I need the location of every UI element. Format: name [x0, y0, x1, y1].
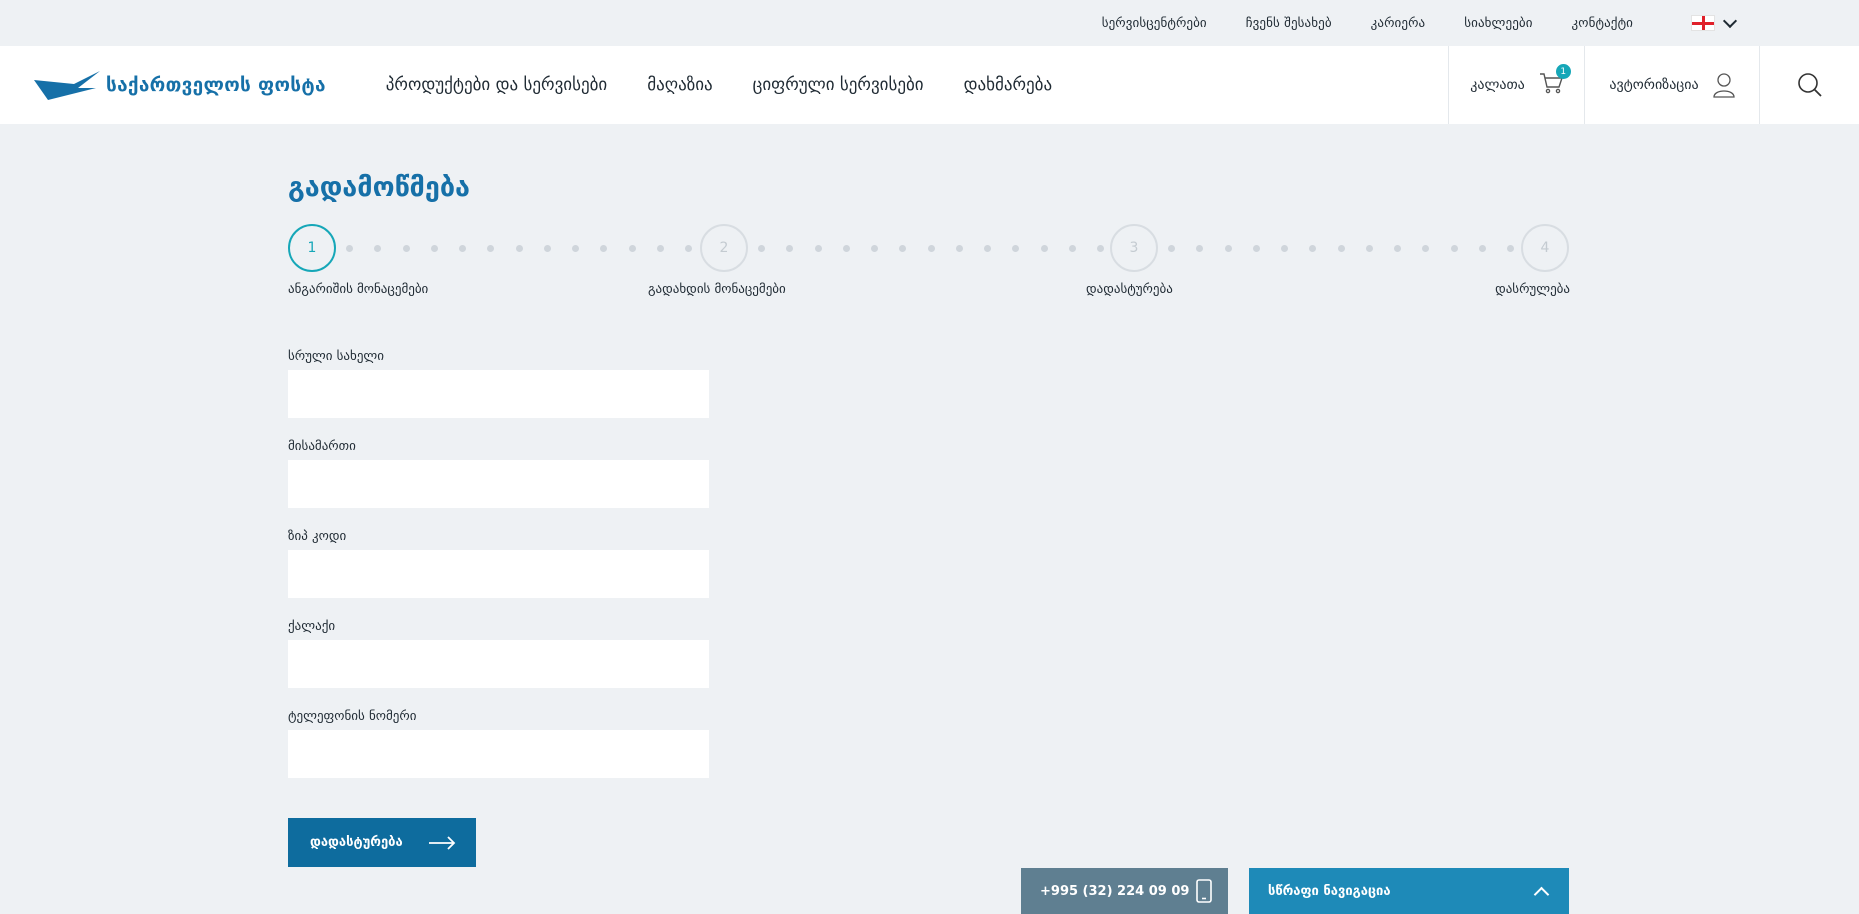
auth-label: ავტორიზაცია — [1609, 77, 1699, 93]
stepper-dot — [1168, 244, 1175, 252]
stepper-dot — [459, 244, 466, 252]
chevron-down-icon — [1722, 13, 1738, 28]
stepper-dot — [1097, 244, 1104, 252]
stepper-dot — [346, 244, 353, 252]
step-1-label: ანგარიშის მონაცემები — [288, 282, 429, 297]
stepper-dot — [1224, 244, 1232, 252]
topbar-link-service-centers[interactable]: სერვისცენტრები — [1102, 16, 1207, 31]
phone-number-input[interactable] — [288, 730, 709, 778]
header-actions: კალათა 1 ავტორიზაცია — [1448, 46, 1859, 124]
nav-item-help[interactable]: დახმარება — [964, 75, 1053, 95]
full-name-label: სრული სახელი — [288, 349, 384, 364]
stepper-dot — [786, 244, 794, 252]
georgia-flag-icon — [1691, 15, 1715, 31]
stepper-dot — [1337, 244, 1345, 252]
mobile-phone-icon — [1196, 879, 1212, 903]
phone-number-label: ტელეფონის ნომერი — [288, 709, 417, 724]
stepper-dot — [572, 244, 579, 252]
stepper-dot — [402, 244, 410, 252]
auth-button[interactable]: ავტორიზაცია — [1584, 46, 1759, 124]
hotline-box[interactable]: +995 (32) 224 09 09 — [1021, 868, 1228, 914]
confirm-button[interactable]: დადასტურება — [288, 818, 476, 867]
arrow-right-icon — [429, 835, 456, 850]
stepper-dot — [1365, 244, 1373, 252]
stepper-dot — [1012, 244, 1020, 252]
stepper-dot — [984, 244, 991, 252]
confirm-button-label: დადასტურება — [310, 835, 403, 850]
logo-wing-icon — [34, 71, 100, 100]
stepper-dot — [1196, 244, 1204, 252]
stepper-dot — [955, 244, 963, 252]
stepper-dot — [515, 244, 523, 252]
stepper-dot — [927, 244, 935, 252]
step-3-circle: 3 — [1110, 224, 1158, 272]
stepper-dot — [1040, 244, 1048, 252]
stepper-dot — [1068, 244, 1076, 252]
topbar-link-contact[interactable]: კონტაქტი — [1572, 16, 1633, 31]
logo-text: საქართველოს ფოსტა — [106, 74, 326, 96]
hotline-number: +995 (32) 224 09 09 — [1040, 883, 1190, 899]
stepper-dot — [871, 244, 878, 252]
address-label: მისამართი — [288, 439, 356, 454]
zip-code-input[interactable] — [288, 550, 709, 598]
stepper-dot — [628, 244, 636, 252]
stepper-dot — [374, 244, 382, 252]
stepper-dot — [430, 244, 438, 252]
quick-navigation-toggle[interactable]: სწრაფი ნავიგაცია — [1249, 868, 1569, 914]
stepper-dot — [656, 244, 664, 252]
stepper-dot — [1252, 244, 1260, 252]
stepper-dot — [1394, 244, 1401, 252]
step-3-connector — [1168, 244, 1514, 252]
topbar-link-about-us[interactable]: ჩვენს შესახებ — [1246, 16, 1332, 31]
stepper-dot — [1507, 244, 1514, 252]
city-label: ქალაქი — [288, 619, 336, 634]
search-button[interactable] — [1759, 46, 1859, 124]
zip-code-label: ზიპ კოდი — [288, 529, 347, 544]
stepper-dot — [1478, 244, 1486, 252]
step-4-circle: 4 — [1521, 224, 1569, 272]
stepper-dot — [842, 244, 850, 252]
stepper-dot — [600, 244, 608, 252]
step-2-circle: 2 — [700, 224, 748, 272]
stepper-dot — [487, 244, 495, 252]
address-input[interactable] — [288, 460, 709, 508]
stepper-dot — [1281, 244, 1288, 252]
step-1-circle: 1 — [288, 224, 336, 272]
topbar-link-career[interactable]: კარიერა — [1371, 16, 1426, 31]
cart-count-badge: 1 — [1555, 64, 1571, 79]
user-icon — [1713, 73, 1735, 98]
language-selector[interactable] — [1691, 13, 1738, 31]
stepper-dot — [1422, 244, 1430, 252]
stepper-dot — [814, 244, 822, 252]
nav-item-shop[interactable]: მაღაზია — [647, 75, 712, 95]
step-2-connector — [758, 244, 1104, 252]
full-name-input[interactable] — [288, 370, 709, 418]
site-logo[interactable]: საქართველოს ფოსტა — [34, 70, 326, 100]
stepper-dot — [1450, 244, 1458, 252]
chevron-up-icon — [1533, 886, 1550, 902]
stepper-dot — [758, 244, 765, 252]
cart-button[interactable]: კალათა 1 — [1448, 46, 1584, 124]
cart-icon-wrap: 1 — [1539, 64, 1571, 98]
step-1-connector — [346, 244, 692, 252]
stepper-dot — [543, 244, 551, 252]
main-header: საქართველოს ფოსტა პროდუქტები და სერვისებ… — [0, 46, 1859, 124]
stepper-dot — [1309, 244, 1317, 252]
nav-item-digital-services[interactable]: ციფრული სერვისები — [753, 75, 924, 95]
topbar-link-news[interactable]: სიახლეები — [1464, 16, 1532, 31]
cart-label: კალათა — [1470, 77, 1525, 93]
step-2-label: გადახდის მონაცემები — [648, 282, 786, 297]
main-nav: პროდუქტები და სერვისები მაღაზია ციფრული … — [386, 75, 1092, 95]
top-utility-bar: სერვისცენტრები ჩვენს შესახებ კარიერა სია… — [0, 0, 1859, 46]
nav-item-products-services[interactable]: პროდუქტები და სერვისები — [386, 75, 607, 95]
quick-navigation-label: სწრაფი ნავიგაცია — [1268, 883, 1391, 899]
checkout-stepper: 1 2 3 4 ანგარიშის მონაცემები გადახდის მო… — [288, 224, 1570, 304]
page-title: გადამოწმება — [288, 172, 470, 203]
search-icon — [1797, 73, 1822, 97]
step-3-label: დადასტურება — [1086, 282, 1173, 297]
stepper-dot — [685, 244, 692, 252]
stepper-dot — [899, 244, 907, 252]
city-input[interactable] — [288, 640, 709, 688]
step-4-label: დასრულება — [1495, 282, 1570, 297]
